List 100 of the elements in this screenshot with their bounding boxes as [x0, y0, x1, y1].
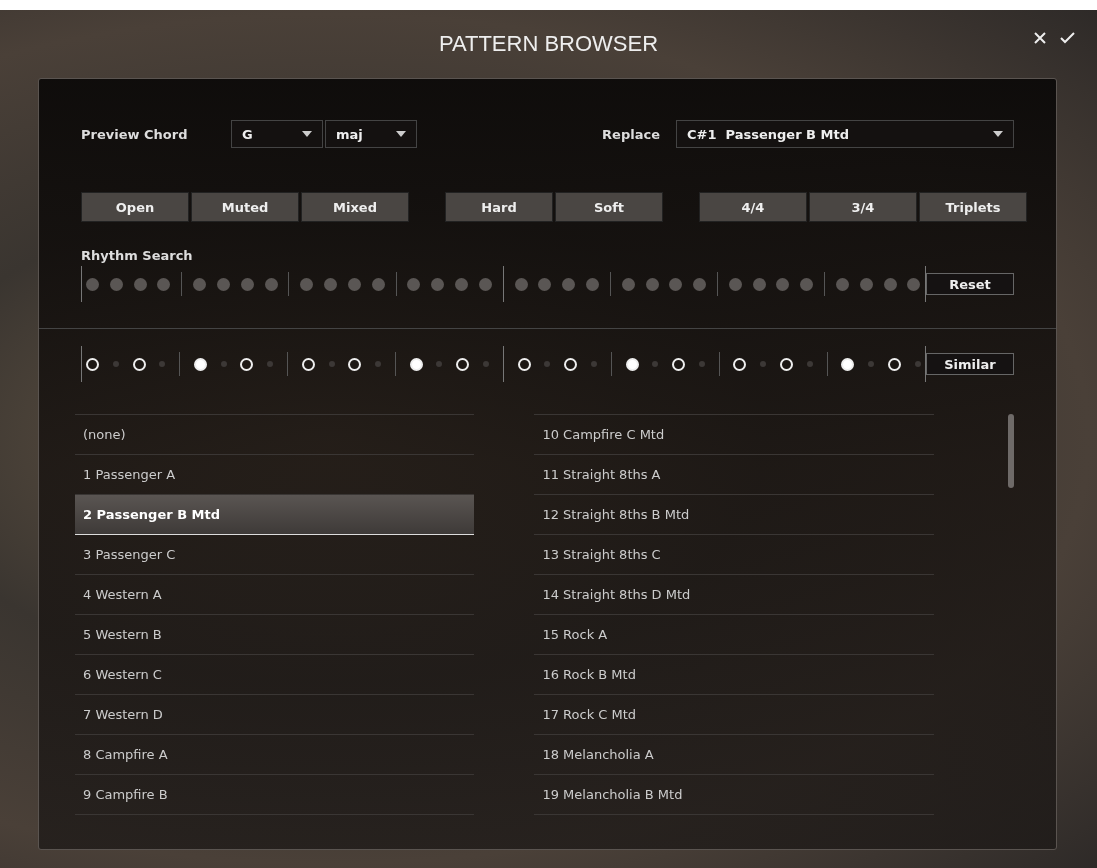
rhythm-step[interactable] [324, 277, 338, 291]
step-circle[interactable] [564, 357, 578, 371]
pattern-item[interactable]: 10 Campfire C Mtd [534, 415, 934, 455]
pattern-item[interactable]: 16 Rock B Mtd [534, 655, 934, 695]
rhythm-step[interactable] [883, 277, 897, 291]
rhythm-step[interactable] [431, 277, 445, 291]
step-dot [590, 361, 597, 367]
rhythm-step[interactable] [407, 277, 421, 291]
rhythm-step[interactable] [157, 277, 171, 291]
filter-button[interactable]: 3/4 [809, 192, 917, 222]
rhythm-step[interactable] [728, 277, 742, 291]
pattern-item[interactable]: 18 Melancholia A [534, 735, 934, 775]
rhythm-step[interactable] [562, 277, 576, 291]
step-circle[interactable] [733, 357, 747, 371]
pattern-item[interactable]: 13 Straight 8ths C [534, 535, 934, 575]
rhythm-step[interactable] [835, 277, 849, 291]
replace-label: Replace [602, 126, 660, 142]
rhythm-step[interactable] [347, 277, 361, 291]
rhythm-search-label: Rhythm Search [81, 248, 193, 263]
pattern-item[interactable]: 5 Western B [75, 615, 475, 655]
step-dot [544, 361, 551, 367]
rhythm-step[interactable] [193, 277, 207, 291]
step-circle[interactable] [132, 357, 146, 371]
step-dot [698, 361, 705, 367]
step-circle[interactable] [456, 357, 470, 371]
step-circle[interactable] [193, 357, 207, 371]
rhythm-step[interactable] [216, 277, 230, 291]
pattern-item[interactable]: 14 Straight 8ths D Mtd [534, 575, 934, 615]
chord-quality-dropdown[interactable]: maj [325, 120, 417, 148]
rhythm-step[interactable] [859, 277, 873, 291]
rhythm-step[interactable] [907, 277, 921, 291]
rhythm-step[interactable] [538, 277, 552, 291]
filter-button[interactable]: Soft [555, 192, 663, 222]
rhythm-step[interactable] [478, 277, 492, 291]
step-circle[interactable] [86, 357, 99, 371]
rhythm-step[interactable] [621, 277, 635, 291]
pattern-item[interactable]: 12 Straight 8ths B Mtd [534, 495, 934, 535]
rhythm-step[interactable] [133, 277, 147, 291]
step-circle[interactable] [780, 357, 793, 371]
step-dot [652, 361, 659, 367]
rhythm-step[interactable] [693, 277, 707, 291]
step-dot [267, 361, 274, 367]
rhythm-step[interactable] [800, 277, 814, 291]
pattern-item[interactable]: 4 Western A [75, 575, 475, 615]
filter-button[interactable]: 4/4 [699, 192, 807, 222]
step-circle[interactable] [348, 357, 362, 371]
rhythm-step[interactable] [455, 277, 469, 291]
pattern-item[interactable]: 3 Passenger C [75, 535, 475, 575]
pattern-item[interactable]: 2 Passenger B Mtd [75, 495, 475, 535]
similar-button[interactable]: Similar [925, 353, 1014, 375]
pattern-item[interactable]: (none) [75, 415, 475, 455]
step-circle[interactable] [409, 357, 423, 371]
preview-chord-label: Preview Chord [81, 126, 189, 142]
rhythm-step[interactable] [240, 277, 254, 291]
rhythm-step[interactable] [776, 277, 790, 291]
pattern-item[interactable]: 19 Melancholia B Mtd [534, 775, 934, 815]
checkmark-icon[interactable] [1060, 32, 1075, 44]
caret-icon [993, 131, 1003, 137]
scrollbar[interactable] [1007, 414, 1014, 488]
rhythm-step[interactable] [264, 277, 278, 291]
replace-dropdown[interactable]: C#1 Passenger B Mtd [676, 120, 1014, 148]
caret-icon [396, 131, 406, 137]
rhythm-step[interactable] [300, 277, 314, 291]
rhythm-step[interactable] [86, 277, 99, 291]
step-circle[interactable] [240, 357, 254, 371]
step-dot [868, 361, 875, 367]
filter-button[interactable]: Open [81, 192, 189, 222]
pattern-item[interactable]: 9 Campfire B [75, 775, 475, 815]
rhythm-step[interactable] [109, 277, 123, 291]
step-circle[interactable] [841, 357, 855, 371]
step-dot [806, 361, 813, 367]
step-dot [220, 361, 227, 367]
pattern-item[interactable]: 8 Campfire A [75, 735, 475, 775]
step-circle[interactable] [887, 357, 901, 371]
rhythm-step[interactable] [752, 277, 766, 291]
filter-button[interactable]: Muted [191, 192, 299, 222]
filter-button[interactable]: Hard [445, 192, 553, 222]
close-icon[interactable] [1034, 32, 1046, 44]
step-circle[interactable] [517, 357, 531, 371]
step-circle[interactable] [301, 357, 315, 371]
pattern-item[interactable]: 15 Rock A [534, 615, 934, 655]
pattern-item[interactable]: 6 Western C [75, 655, 475, 695]
filter-button[interactable]: Mixed [301, 192, 409, 222]
rhythm-step[interactable] [514, 277, 528, 291]
rhythm-step[interactable] [645, 277, 659, 291]
chord-root-dropdown[interactable]: G [231, 120, 323, 148]
pattern-item[interactable]: 11 Straight 8ths A [534, 455, 934, 495]
step-dot [914, 361, 921, 367]
filter-button[interactable]: Triplets [919, 192, 1027, 222]
pattern-item[interactable]: 17 Rock C Mtd [534, 695, 934, 735]
rhythm-step[interactable] [371, 277, 385, 291]
step-circle[interactable] [672, 357, 686, 371]
step-dot [375, 361, 382, 367]
rhythm-step[interactable] [669, 277, 683, 291]
caret-icon [302, 131, 312, 137]
step-circle[interactable] [625, 357, 639, 371]
reset-button[interactable]: Reset [925, 273, 1014, 295]
rhythm-step[interactable] [586, 277, 600, 291]
step-dot [436, 361, 443, 367]
pattern-item[interactable]: 7 Western D [75, 695, 475, 735]
